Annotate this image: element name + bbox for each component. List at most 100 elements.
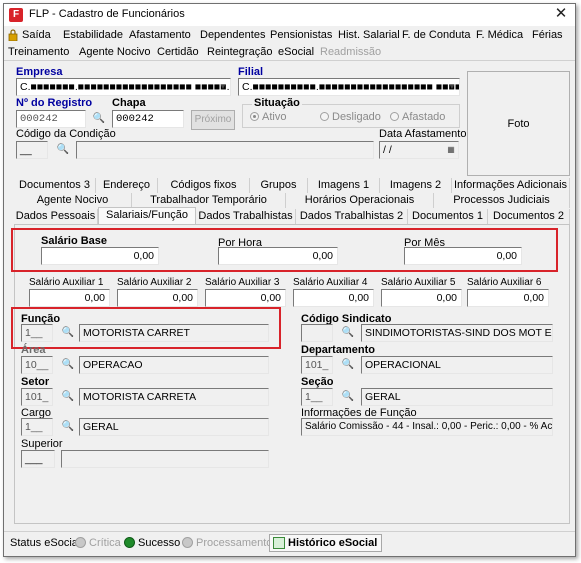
- menu-dependentes[interactable]: Dependentes: [200, 29, 265, 41]
- salario-auxiliar-4-field[interactable]: 0,00: [293, 289, 374, 307]
- departamento-code-field[interactable]: 101_: [301, 356, 333, 374]
- tab-imagens-2[interactable]: Imagens 2: [380, 178, 452, 193]
- tab-horarios-operacionais[interactable]: Horários Operacionais: [286, 193, 434, 208]
- empresa-select[interactable]: C.■■■■■■■.■■■■■■■■■■■■■■■■■■ ■■■■■. ▼: [16, 78, 231, 96]
- salario-auxiliar-6-field[interactable]: 0,00: [467, 289, 549, 307]
- area-code-field[interactable]: 10__: [21, 356, 53, 374]
- registro-field[interactable]: 000242: [16, 110, 86, 128]
- funcao-code-field[interactable]: 1__: [21, 324, 53, 342]
- tab-codigos-fixos[interactable]: Códigos fixos: [158, 178, 250, 193]
- status-bar: Status eSocial: Crítica Sucesso Processa…: [4, 531, 575, 553]
- binoculars-icon[interactable]: 🔍: [59, 324, 77, 342]
- registro-label: Nº do Registro: [16, 97, 93, 109]
- salario-base-label: Salário Base: [41, 235, 108, 247]
- radio-desligado: Desligado: [320, 111, 381, 123]
- binoculars-icon[interactable]: 🔍: [59, 388, 77, 406]
- cadastro-window: F FLP - Cadastro de Funcionários ✕ Saída…: [3, 3, 576, 557]
- codigo-condicao-desc: [76, 141, 374, 159]
- salario-auxiliar-4-label: Salário Auxiliar 4: [293, 277, 368, 288]
- chevron-down-icon[interactable]: ▼: [445, 79, 459, 95]
- salario-base-field[interactable]: 0,00: [41, 247, 159, 265]
- secao-code-field[interactable]: 1__: [301, 388, 333, 406]
- menu-ferias[interactable]: Férias: [532, 29, 563, 41]
- tab-documentos-2[interactable]: Documentos 2: [488, 209, 570, 224]
- foto-box[interactable]: Foto: [467, 71, 570, 176]
- tab-trabalhador-temporario[interactable]: Trabalhador Temporário: [132, 193, 286, 208]
- binoculars-icon[interactable]: 🔍: [54, 141, 72, 159]
- tab-dados-trabalhistas-2[interactable]: Dados Trabalhistas 2: [296, 209, 408, 224]
- menu-saida[interactable]: Saída: [22, 29, 51, 41]
- menu-f-medica[interactable]: F. Médica: [476, 29, 523, 41]
- cargo-code-field[interactable]: 1__: [21, 418, 53, 436]
- close-icon[interactable]: ✕: [553, 5, 569, 23]
- app-icon: F: [9, 8, 23, 22]
- binoculars-icon[interactable]: 🔍: [59, 356, 77, 374]
- chevron-down-icon[interactable]: ▼: [216, 79, 230, 95]
- cargo-desc-field: GERAL: [79, 418, 269, 436]
- tab-agente-nocivo[interactable]: Agente Nocivo: [14, 193, 132, 208]
- codigo-condicao-field[interactable]: __: [16, 141, 48, 159]
- menu-reintegracao[interactable]: Reintegração: [207, 46, 272, 58]
- radio-dot-icon: [320, 112, 329, 121]
- empresa-value: C.■■■■■■■.■■■■■■■■■■■■■■■■■■ ■■■■■.: [20, 81, 230, 93]
- tab-documentos-1[interactable]: Documentos 1: [408, 209, 488, 224]
- binoculars-icon[interactable]: 🔍: [339, 388, 357, 406]
- historico-esocial-button[interactable]: Histórico eSocial: [269, 534, 383, 552]
- menu-esocial[interactable]: eSocial: [278, 46, 314, 58]
- superior-code-field[interactable]: ___: [21, 450, 55, 468]
- menu-pensionistas[interactable]: Pensionistas: [270, 29, 332, 41]
- historico-esocial-label: Histórico eSocial: [288, 537, 378, 549]
- tab-salariais-funcao[interactable]: Salariais/Função: [98, 207, 196, 224]
- proximo-button[interactable]: Próximo: [191, 110, 235, 130]
- menu-f-de-conduta[interactable]: F. de Conduta: [402, 29, 471, 41]
- data-afastamento-field[interactable]: / / ▦: [379, 141, 459, 159]
- chapa-label: Chapa: [112, 97, 146, 109]
- binoculars-icon[interactable]: 🔍: [59, 418, 77, 436]
- info-funcao-field: Salário Comissão - 44 - Insal.: 0,00 - P…: [301, 418, 553, 436]
- tab-row-3: Dados Pessoais Salariais/Função Dados Tr…: [14, 207, 570, 224]
- salario-auxiliar-2-label: Salário Auxiliar 2: [117, 277, 192, 288]
- calendar-icon[interactable]: ▦: [444, 142, 458, 158]
- tab-endereco[interactable]: Endereço: [96, 178, 158, 193]
- salario-auxiliar-2-field[interactable]: 0,00: [117, 289, 198, 307]
- salario-auxiliar-5-field[interactable]: 0,00: [381, 289, 462, 307]
- codigo-condicao-label: Código da Condição: [16, 128, 116, 140]
- salario-auxiliar-1-field[interactable]: 0,00: [29, 289, 110, 307]
- menu-treinamento[interactable]: Treinamento: [8, 46, 69, 58]
- sindicato-desc-field: SINDIMOTORISTAS-SIND DOS MOT E AJUD: [361, 324, 553, 342]
- tab-documentos-3[interactable]: Documentos 3: [14, 178, 96, 193]
- situacao-label: Situação: [252, 97, 302, 109]
- sindicato-code-field[interactable]: [301, 324, 333, 342]
- por-hora-field[interactable]: 0,00: [218, 247, 338, 265]
- menu-certidao[interactable]: Certidão: [157, 46, 199, 58]
- tab-grupos[interactable]: Grupos: [250, 178, 308, 193]
- chapa-field[interactable]: 000242: [112, 110, 184, 128]
- tab-dados-trabalhistas[interactable]: Dados Trabalhistas: [196, 209, 296, 224]
- salario-auxiliar-3-field[interactable]: 0,00: [205, 289, 286, 307]
- binoculars-icon[interactable]: 🔍: [339, 356, 357, 374]
- por-mes-field[interactable]: 0,00: [404, 247, 522, 265]
- filial-select[interactable]: C.■■■■■■■■■■.■■■■■■■■■■■■■■■■■■ ■■■■■ ▼: [238, 78, 460, 96]
- title-bar: F FLP - Cadastro de Funcionários ✕: [4, 4, 575, 26]
- filial-label: Filial: [238, 66, 264, 78]
- lock-icon: [8, 29, 18, 41]
- departamento-desc-field: OPERACIONAL: [361, 356, 553, 374]
- sucesso-label: Sucesso: [138, 537, 181, 549]
- tab-row-1: Documentos 3 Endereço Códigos fixos Grup…: [14, 178, 570, 193]
- filial-value: C.■■■■■■■■■■.■■■■■■■■■■■■■■■■■■ ■■■■■: [242, 81, 460, 93]
- tab-imagens-1[interactable]: Imagens 1: [308, 178, 380, 193]
- tab-informacoes-adicionais[interactable]: Informações Adicionais: [452, 178, 570, 193]
- sucesso-status-icon: [124, 537, 135, 548]
- tab-processos-judiciais[interactable]: Processos Judiciais: [434, 193, 570, 208]
- salario-auxiliar-6-label: Salário Auxiliar 6: [467, 277, 542, 288]
- setor-code-field[interactable]: 101_: [21, 388, 53, 406]
- menu-hist-salarial[interactable]: Hist. Salarial: [338, 29, 400, 41]
- tab-dados-pessoais[interactable]: Dados Pessoais: [14, 209, 98, 224]
- processamento-status-icon: [182, 537, 193, 548]
- secao-label: Seção: [301, 376, 334, 388]
- menu-afastamento[interactable]: Afastamento: [129, 29, 191, 41]
- menu-estabilidade[interactable]: Estabilidade: [63, 29, 123, 41]
- menu-agente-nocivo[interactable]: Agente Nocivo: [79, 46, 151, 58]
- binoculars-icon[interactable]: 🔍: [339, 324, 357, 342]
- binoculars-icon[interactable]: 🔍: [90, 110, 108, 128]
